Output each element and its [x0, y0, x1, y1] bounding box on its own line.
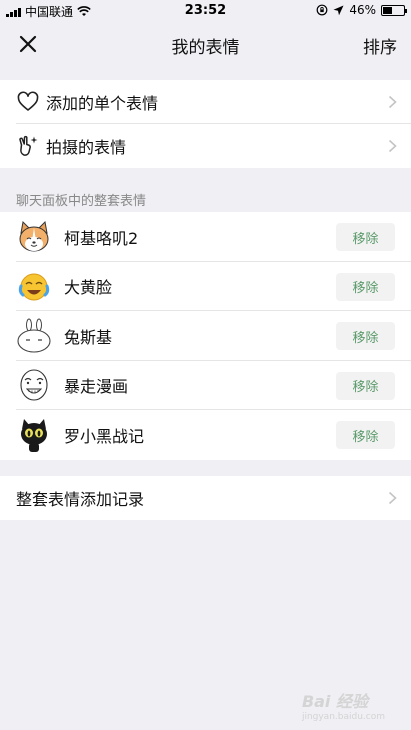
page-title: 我的表情	[171, 38, 240, 58]
heart-icon	[17, 91, 39, 111]
sort-button[interactable]: 排序	[363, 33, 397, 58]
sticker-packs-list: 柯基咯叽2 移除 大黄脸 移除 兔斯基 移除 暴走漫画 移除 罗小黑战记 移除	[0, 212, 411, 460]
watermark-url: jingyan.baidu.com	[301, 712, 385, 722]
nav-bar: 我的表情 排序	[0, 22, 411, 66]
add-history-label: 整套表情添加记录	[16, 490, 145, 509]
remove-button[interactable]: 移除	[336, 421, 395, 449]
chevron-right-icon	[388, 95, 397, 109]
black-cat-thumb	[21, 418, 47, 452]
watermark: Bai 经验 jingyan.baidu.com	[302, 688, 385, 722]
rage-comic-thumb	[20, 369, 48, 401]
yellow-face-thumb	[18, 273, 50, 301]
pack-name: 大黄脸	[64, 278, 113, 298]
remove-button[interactable]: 移除	[336, 223, 395, 251]
status-bar: 中国联通 23:52 46%	[0, 0, 411, 22]
captured-stickers-item[interactable]: 拍摄的表情	[0, 124, 411, 168]
packs-section-title: 聊天面板中的整套表情	[16, 194, 147, 209]
history-group: 整套表情添加记录	[0, 476, 411, 520]
rabbit-thumb	[17, 318, 51, 353]
top-group: 添加的单个表情 拍摄的表情	[0, 80, 411, 168]
add-history-item[interactable]: 整套表情添加记录	[0, 476, 411, 520]
pack-name: 罗小黑战记	[64, 426, 145, 446]
location-icon	[333, 5, 344, 15]
corgi-thumb	[19, 220, 49, 252]
captured-stickers-label: 拍摄的表情	[46, 138, 127, 157]
rotation-lock-icon	[316, 4, 328, 16]
list-item[interactable]: 柯基咯叽2 移除	[0, 212, 411, 262]
list-item[interactable]: 大黄脸 移除	[0, 262, 411, 311]
pack-name: 暴走漫画	[64, 377, 129, 397]
watermark-text: Bai 经验	[301, 692, 368, 711]
pack-name: 柯基咯叽2	[64, 228, 139, 248]
battery-percent: 46%	[349, 3, 376, 17]
chevron-right-icon	[388, 491, 397, 505]
battery-icon	[381, 4, 407, 16]
list-item[interactable]: 兔斯基 移除	[0, 311, 411, 361]
pack-name: 兔斯基	[64, 327, 113, 347]
single-stickers-label: 添加的单个表情	[46, 94, 159, 113]
list-item[interactable]: 暴走漫画 移除	[0, 361, 411, 410]
remove-button[interactable]: 移除	[336, 272, 395, 301]
chevron-right-icon	[388, 139, 397, 153]
remove-button[interactable]: 移除	[336, 371, 395, 400]
hand-sparkle-icon	[19, 135, 38, 156]
list-item[interactable]: 罗小黑战记 移除	[0, 410, 411, 460]
remove-button[interactable]: 移除	[336, 322, 395, 350]
single-stickers-item[interactable]: 添加的单个表情	[0, 80, 411, 124]
